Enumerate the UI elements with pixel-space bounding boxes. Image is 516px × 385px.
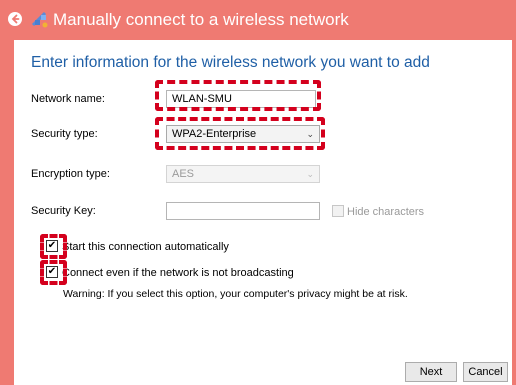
network-name-label: Network name: xyxy=(31,93,105,105)
chevron-down-icon: ⌄ xyxy=(306,169,314,179)
back-arrow-icon xyxy=(11,14,20,24)
connect-not-broadcasting-label: Connect even if the network is not broad… xyxy=(62,267,294,279)
hide-characters-checkbox[interactable] xyxy=(332,205,344,217)
encryption-type-select[interactable]: AES ⌄ xyxy=(166,165,320,183)
hide-characters-label: Hide characters xyxy=(347,206,425,218)
security-type-label: Security type: xyxy=(31,128,98,140)
annotation-highlight xyxy=(40,260,67,285)
dialog-content: Enter information for the wireless netwo… xyxy=(14,40,512,385)
annotation-highlight xyxy=(155,80,321,111)
privacy-warning: Warning: If you select this option, your… xyxy=(63,288,408,300)
encryption-type-label: Encryption type: xyxy=(31,168,110,180)
next-button[interactable]: Next xyxy=(405,362,457,382)
annotation-highlight xyxy=(155,117,325,150)
back-button[interactable] xyxy=(8,12,22,26)
title-bar: Manually connect to a wireless network xyxy=(0,0,516,40)
security-key-label: Security Key: xyxy=(31,205,96,217)
annotation-highlight xyxy=(40,234,67,259)
page-heading: Enter information for the wireless netwo… xyxy=(31,54,430,71)
encryption-type-value: AES xyxy=(172,168,195,180)
cancel-button[interactable]: Cancel xyxy=(463,362,508,382)
wireless-network-icon xyxy=(31,11,48,28)
security-key-input[interactable] xyxy=(166,202,320,220)
window-title: Manually connect to a wireless network xyxy=(53,10,349,29)
start-automatically-label: Start this connection automatically xyxy=(62,241,229,253)
